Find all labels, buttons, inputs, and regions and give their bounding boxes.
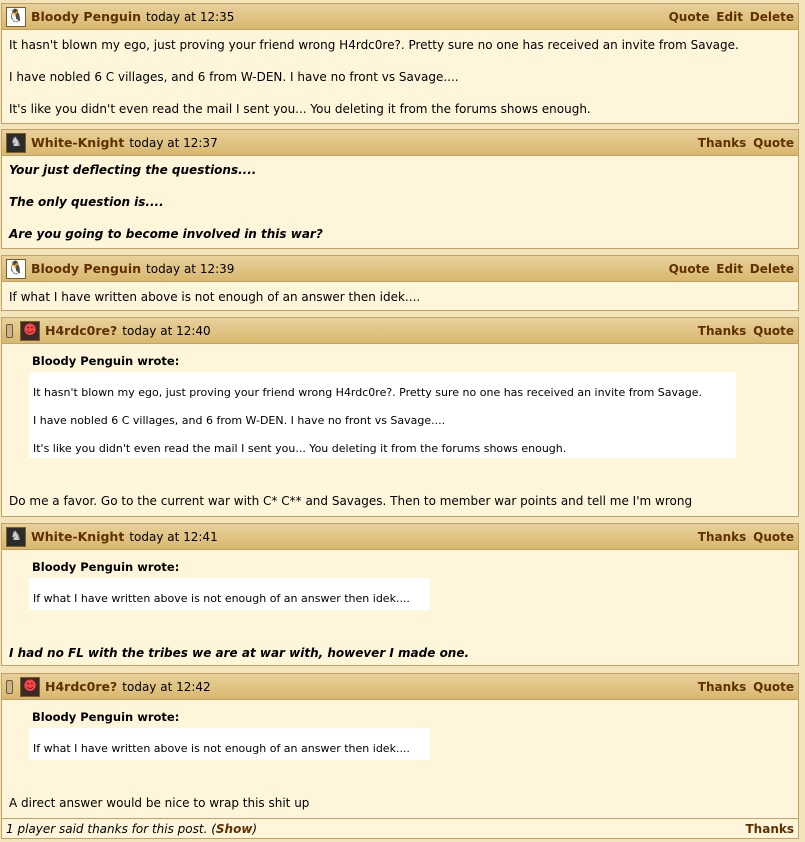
post-actions: Quote Edit Delete bbox=[666, 262, 794, 276]
post-line: Your just deflecting the questions.... bbox=[9, 163, 257, 177]
thanks-link[interactable]: Thanks bbox=[698, 680, 747, 694]
post-author[interactable]: White-Knight bbox=[31, 529, 124, 544]
delete-link[interactable]: Delete bbox=[750, 10, 794, 24]
thanks-link[interactable]: Thanks bbox=[698, 136, 747, 150]
post-line: It hasn't blown my ego, just proving you… bbox=[9, 38, 739, 52]
quote-link[interactable]: Quote bbox=[669, 10, 710, 24]
quote-line: If what I have written above is not enou… bbox=[33, 592, 410, 605]
thanks-info: 1 player said thanks for this post. (Sho… bbox=[6, 822, 257, 836]
post-footer: 1 player said thanks for this post. (Sho… bbox=[2, 818, 798, 838]
quote-link[interactable]: Quote bbox=[669, 262, 710, 276]
quote-title: Bloody Penguin wrote: bbox=[32, 354, 180, 368]
post-header: 🐧 Bloody Penguin today at 12:39 Quote Ed… bbox=[2, 256, 798, 282]
clown-avatar-icon: ☻ bbox=[20, 320, 40, 341]
quote-block: If what I have written above is not enou… bbox=[29, 578, 430, 610]
forum-post: ♞ White-Knight today at 12:41 Thanks Quo… bbox=[1, 523, 799, 666]
thanks-info-text: 1 player said thanks for this post. ( bbox=[6, 821, 216, 836]
post-line: I had no FL with the tribes we are at wa… bbox=[9, 646, 470, 660]
post-author[interactable]: H4rdc0re? bbox=[45, 679, 117, 694]
quote-title: Bloody Penguin wrote: bbox=[32, 710, 180, 724]
post-line: Are you going to become involved in this… bbox=[9, 227, 323, 241]
post-body: Bloody Penguin wrote: If what I have wri… bbox=[2, 700, 798, 818]
forum-post: ♞ White-Knight today at 12:37 Thanks Quo… bbox=[1, 129, 799, 249]
post-line: It's like you didn't even read the mail … bbox=[9, 102, 591, 116]
post-time: today at 12:41 bbox=[129, 529, 218, 544]
quote-link[interactable]: Quote bbox=[753, 530, 794, 544]
quote-line: I have nobled 6 C villages, and 6 from W… bbox=[33, 414, 446, 427]
edit-link[interactable]: Edit bbox=[716, 10, 743, 24]
quote-block: It hasn't blown my ego, just proving you… bbox=[29, 372, 736, 458]
forum-post: ☻ H4rdc0re? today at 12:42 Thanks Quote … bbox=[1, 673, 799, 839]
thanks-info-suffix: ) bbox=[252, 821, 258, 836]
post-line: Do me a favor. Go to the current war wit… bbox=[9, 494, 693, 508]
post-author[interactable]: White-Knight bbox=[31, 135, 124, 150]
mobile-phone-icon bbox=[6, 679, 13, 694]
quote-title: Bloody Penguin wrote: bbox=[32, 560, 180, 574]
knight-avatar-icon: ♞ bbox=[6, 526, 26, 547]
post-author[interactable]: Bloody Penguin bbox=[31, 261, 141, 276]
penguin-avatar-icon: 🐧 bbox=[6, 6, 26, 27]
post-actions: Thanks Quote bbox=[695, 530, 794, 544]
forum-post: 🐧 Bloody Penguin today at 12:39 Quote Ed… bbox=[1, 255, 799, 311]
mobile-phone-icon bbox=[6, 323, 13, 338]
forum-post: 🐧 Bloody Penguin today at 12:35 Quote Ed… bbox=[1, 3, 799, 124]
post-header: ♞ White-Knight today at 12:37 Thanks Quo… bbox=[2, 130, 798, 156]
forum-post: ☻ H4rdc0re? today at 12:40 Thanks Quote … bbox=[1, 317, 799, 517]
post-time: today at 12:39 bbox=[146, 261, 235, 276]
delete-link[interactable]: Delete bbox=[750, 262, 794, 276]
quote-link[interactable]: Quote bbox=[753, 680, 794, 694]
post-header: 🐧 Bloody Penguin today at 12:35 Quote Ed… bbox=[2, 4, 798, 30]
penguin-avatar-icon: 🐧 bbox=[6, 258, 26, 279]
post-line: I have nobled 6 C villages, and 6 from W… bbox=[9, 70, 459, 84]
quote-link[interactable]: Quote bbox=[753, 324, 794, 338]
edit-link[interactable]: Edit bbox=[716, 262, 743, 276]
post-time: today at 12:35 bbox=[146, 9, 235, 24]
post-time: today at 12:42 bbox=[122, 679, 211, 694]
post-line: The only question is.... bbox=[9, 195, 164, 209]
quote-link[interactable]: Quote bbox=[753, 136, 794, 150]
post-actions: Thanks Quote bbox=[695, 136, 794, 150]
post-actions: Thanks Quote bbox=[695, 324, 794, 338]
quote-line: It hasn't blown my ego, just proving you… bbox=[33, 386, 703, 399]
post-actions: Thanks Quote bbox=[695, 680, 794, 694]
post-header: ☻ H4rdc0re? today at 12:42 Thanks Quote bbox=[2, 674, 798, 700]
post-time: today at 12:40 bbox=[122, 323, 211, 338]
post-author[interactable]: Bloody Penguin bbox=[31, 9, 141, 24]
thanks-link[interactable]: Thanks bbox=[698, 324, 747, 338]
quote-block: If what I have written above is not enou… bbox=[29, 728, 430, 760]
thanks-link[interactable]: Thanks bbox=[698, 530, 747, 544]
thanks-button[interactable]: Thanks bbox=[746, 822, 795, 836]
clown-avatar-icon: ☻ bbox=[20, 676, 40, 697]
quote-line: It's like you didn't even read the mail … bbox=[33, 442, 567, 455]
knight-avatar-icon: ♞ bbox=[6, 132, 26, 153]
post-header: ♞ White-Knight today at 12:41 Thanks Quo… bbox=[2, 524, 798, 550]
post-time: today at 12:37 bbox=[129, 135, 218, 150]
quote-line: If what I have written above is not enou… bbox=[33, 742, 410, 755]
post-actions: Quote Edit Delete bbox=[666, 10, 794, 24]
post-header: ☻ H4rdc0re? today at 12:40 Thanks Quote bbox=[2, 318, 798, 344]
post-line: If what I have written above is not enou… bbox=[9, 290, 421, 304]
post-author[interactable]: H4rdc0re? bbox=[45, 323, 117, 338]
post-line: A direct answer would be nice to wrap th… bbox=[9, 796, 310, 810]
show-thanks-link[interactable]: Show bbox=[216, 822, 253, 836]
